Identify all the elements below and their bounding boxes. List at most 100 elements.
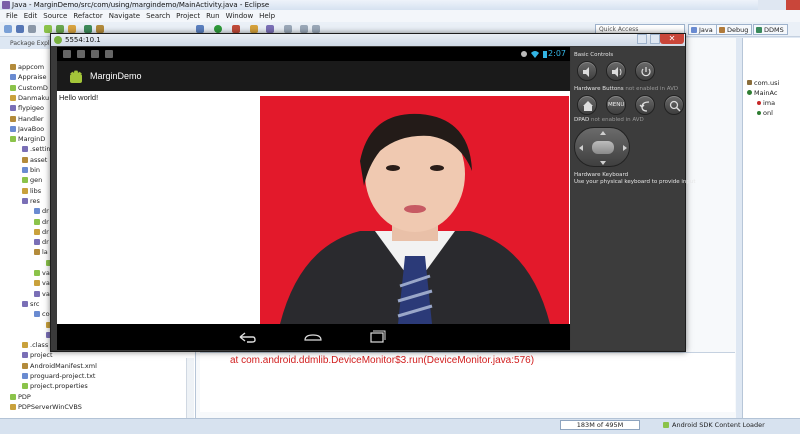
tree-item[interactable]: appcom [10, 62, 44, 72]
tree-item[interactable]: co [34, 309, 50, 319]
tree-item[interactable]: Danmaku [10, 93, 49, 103]
menu-search[interactable]: Search [146, 10, 170, 22]
folder-icon [22, 342, 28, 349]
tree-item[interactable]: .settin [22, 144, 50, 154]
tree-item[interactable]: dr [34, 206, 49, 216]
volume-up-button[interactable] [606, 61, 626, 81]
external-tools-icon[interactable] [232, 25, 240, 33]
tree-item[interactable]: JavaBoo [10, 124, 44, 134]
save-icon[interactable] [16, 25, 24, 33]
tree-item[interactable]: PDP [10, 392, 31, 402]
avd-manager-icon[interactable] [56, 25, 64, 33]
tree-item[interactable]: Appraise [10, 72, 47, 82]
back-nav-icon[interactable] [237, 329, 257, 345]
tree-item[interactable]: AndroidManifest.xml [22, 361, 97, 371]
emulator-controls: Basic Controls Hardware Buttons not enab… [571, 47, 696, 350]
tree-item[interactable]: asset [22, 155, 47, 165]
menu-navigate[interactable]: Navigate [109, 10, 140, 22]
emulator-minimize-button[interactable] [650, 34, 660, 44]
search-button[interactable] [664, 95, 684, 115]
tree-item-label: asset [30, 155, 48, 164]
android-sdk-icon[interactable] [44, 25, 52, 33]
tree-item[interactable]: proguard-project.txt [22, 371, 95, 381]
menu-help[interactable]: Help [259, 10, 275, 22]
perspective-java[interactable]: Java [688, 24, 717, 35]
folder-icon [34, 270, 40, 276]
tree-item[interactable]: bin [22, 165, 40, 175]
forward-icon[interactable] [312, 25, 320, 33]
perspective-debug[interactable]: Debug [716, 24, 753, 35]
heap-status[interactable]: 183M of 495M [560, 420, 640, 430]
tree-item[interactable]: Handler [10, 114, 44, 124]
tree-item[interactable]: va [34, 278, 50, 288]
dpad-note: not enabled in AVD [590, 117, 644, 123]
perspective-ddms-label: DDMS [764, 26, 784, 34]
emulator-maximize-button[interactable] [637, 34, 647, 44]
tree-item[interactable]: la [34, 247, 48, 257]
debug-icon[interactable] [196, 25, 204, 33]
power-button[interactable] [635, 61, 655, 81]
outline-item-method[interactable]: onl [757, 108, 773, 118]
lint-icon[interactable] [68, 25, 76, 33]
print-icon[interactable] [28, 25, 36, 33]
recents-nav-icon[interactable] [367, 329, 387, 345]
search-icon[interactable] [250, 25, 258, 33]
dpad-label: DPAD not enabled in AVD [574, 117, 644, 123]
new-package-icon[interactable] [96, 25, 104, 33]
tree-item[interactable]: dr [34, 227, 49, 237]
menu-refactor[interactable]: Refactor [73, 10, 102, 22]
new-class-icon[interactable] [84, 25, 92, 33]
tree-item[interactable]: project.properties [22, 381, 88, 391]
tree-item-label: CustomD [18, 83, 48, 92]
console-view: at com.android.ddmlib.DeviceMonitor$3.ru… [200, 352, 735, 412]
sdk-content-loader[interactable]: Android SDK Content Loader [662, 420, 765, 430]
tree-item[interactable]: project [22, 350, 53, 360]
tree-item[interactable]: MarginD [10, 134, 45, 144]
maximize-button[interactable] [772, 0, 786, 10]
new-icon[interactable] [4, 25, 12, 33]
volume-down-button[interactable] [577, 61, 597, 81]
tree-item[interactable]: gen [22, 175, 42, 185]
tree-item[interactable]: flypigeo [10, 103, 44, 113]
tree-item-label: appcom [18, 63, 45, 71]
close-button[interactable] [786, 0, 800, 10]
android-screen[interactable]: 2:07 MarginDemo Hello world! [57, 47, 570, 350]
minimize-button[interactable] [758, 0, 772, 10]
emulator-title-bar[interactable]: 5554:10.1 [51, 34, 685, 46]
menu-run[interactable]: Run [206, 10, 219, 22]
outline-item-class[interactable]: MainAc [747, 88, 777, 98]
outline-item-field[interactable]: ima [757, 98, 775, 108]
dpad-center-button[interactable] [592, 141, 614, 154]
menu-window[interactable]: Window [226, 10, 254, 22]
folder-icon [34, 249, 40, 256]
next-annotation-icon[interactable] [284, 25, 292, 33]
tree-item[interactable]: res [22, 196, 40, 206]
tree-item[interactable]: PDPServerWinCVBS [10, 402, 82, 412]
tree-item[interactable]: va [34, 268, 50, 278]
menu-file[interactable]: File [6, 10, 18, 22]
hardware-keyboard-note: Use your physical keyboard to provide in… [574, 179, 696, 185]
emulator-close-button[interactable]: ✕ [660, 34, 684, 44]
tree-item[interactable]: va [34, 289, 50, 299]
tree-item[interactable]: dr [34, 237, 49, 247]
home-nav-icon[interactable] [303, 329, 323, 345]
run-icon[interactable] [214, 25, 222, 33]
method-icon [757, 111, 761, 115]
back-icon[interactable] [300, 25, 308, 33]
menu-source[interactable]: Source [43, 10, 67, 22]
back-button[interactable] [635, 95, 655, 115]
home-button[interactable] [577, 95, 597, 115]
menu-edit[interactable]: Edit [24, 10, 38, 22]
tree-item[interactable]: dr [34, 217, 49, 227]
dpad-control[interactable] [574, 127, 630, 167]
tree-item[interactable]: CustomD [10, 83, 48, 93]
tree-item[interactable]: src [22, 299, 40, 309]
perspective-ddms[interactable]: DDMS [753, 24, 788, 35]
open-type-icon[interactable] [266, 25, 274, 33]
tree-item[interactable]: .class [22, 340, 48, 350]
tree-item[interactable]: libs [22, 186, 41, 196]
menu-button[interactable]: MENU [606, 95, 626, 115]
volume-up-icon [612, 67, 622, 77]
outline-item-package[interactable]: com.usi [747, 78, 779, 88]
menu-project[interactable]: Project [176, 10, 200, 22]
